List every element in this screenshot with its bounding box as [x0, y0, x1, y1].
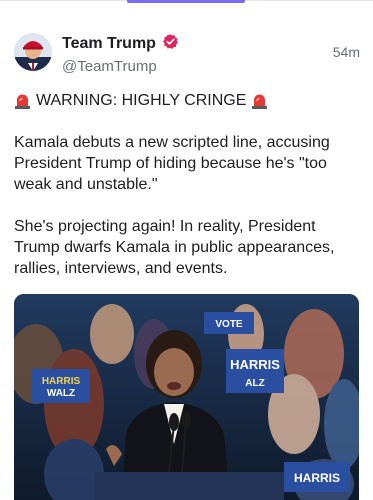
sign-harris: HARRIS — [294, 471, 340, 485]
post-paragraph: Kamala debuts a new scripted line, accus… — [14, 134, 330, 193]
post-timestamp: 54m — [332, 44, 360, 60]
post-header: Team Trump @TeamTrump 54m — [14, 30, 360, 78]
author-handle[interactable]: @TeamTrump — [62, 58, 179, 75]
siren-icon — [14, 93, 31, 109]
avatar[interactable] — [14, 33, 52, 71]
sign-vote: VOTE — [215, 319, 243, 330]
post-media-image[interactable]: HARRIS WALZ VOTE HARRIS ALZ HARRIS — [14, 294, 359, 500]
warning-text: WARNING: HIGHLY CRINGE — [36, 92, 247, 109]
warning-line: WARNING: HIGHLY CRINGE — [14, 90, 360, 111]
sign-walz: ALZ — [245, 378, 264, 389]
author-display-name[interactable]: Team Trump — [62, 35, 156, 53]
sign-harris: HARRIS — [42, 376, 81, 387]
post-text: WARNING: HIGHLY CRINGE Kamala debuts a n… — [14, 90, 360, 279]
siren-icon — [251, 93, 268, 109]
sign-harris: HARRIS — [230, 357, 280, 372]
author-info: Team Trump @TeamTrump — [62, 33, 179, 75]
verified-badge-icon — [162, 33, 179, 55]
post-paragraph: She's projecting again! In reality, Pres… — [14, 218, 335, 277]
sign-walz: WALZ — [47, 388, 75, 399]
active-tab-indicator — [127, 0, 245, 3]
